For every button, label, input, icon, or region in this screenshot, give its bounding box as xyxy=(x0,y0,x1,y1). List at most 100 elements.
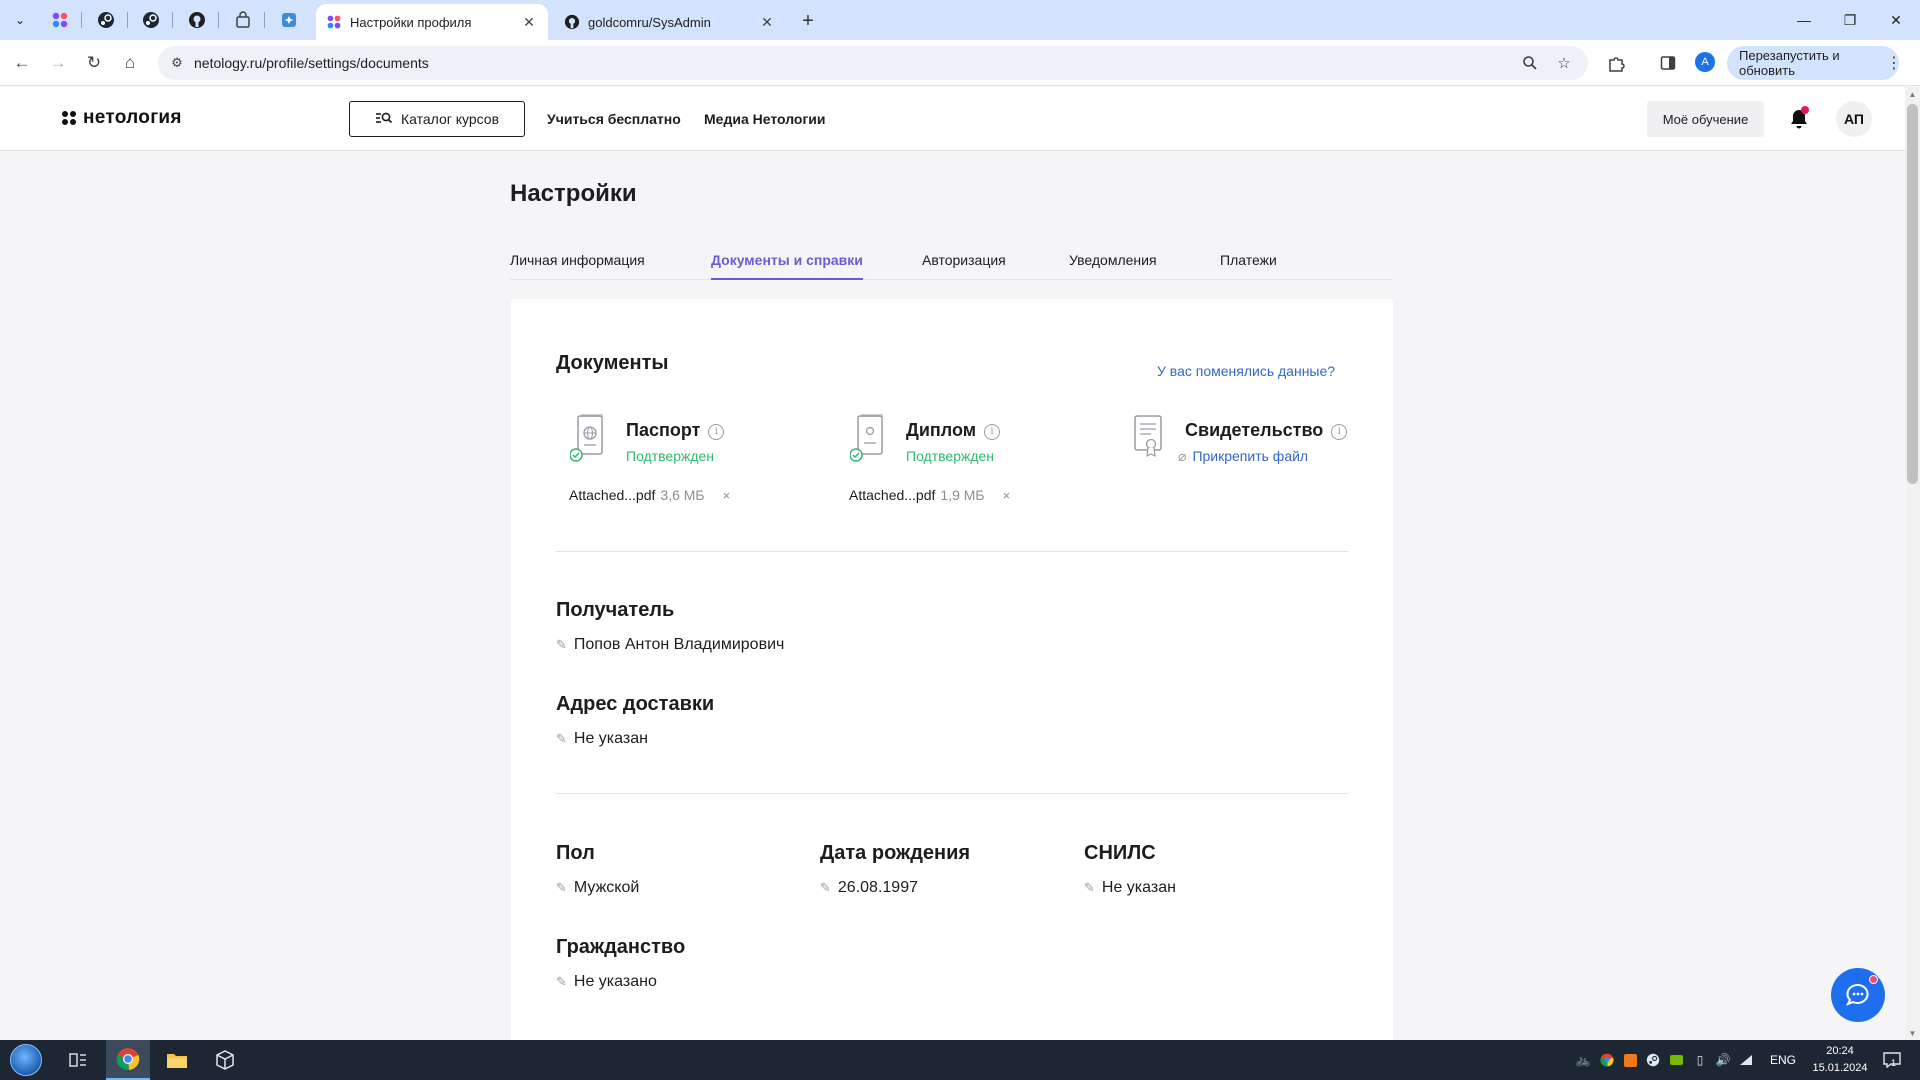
restart-update-button[interactable]: Перезапустить и обновить xyxy=(1727,46,1899,80)
page-scrollbar[interactable]: ▲ ▼ xyxy=(1905,87,1920,1040)
site-header: нетология Каталог курсов Учиться бесплат… xyxy=(0,87,1905,151)
notification-count: 1 xyxy=(1891,1058,1897,1068)
reload-icon[interactable]: ↻ xyxy=(80,49,108,77)
netology-logo[interactable]: нетология xyxy=(62,107,182,129)
edit-pencil-icon: ✎ xyxy=(556,731,567,746)
my-learning-button[interactable]: Моё обучение xyxy=(1647,101,1764,137)
birthdate-label: Дата рождения xyxy=(820,842,971,864)
extensions-icon[interactable] xyxy=(1604,51,1628,75)
tab-documents[interactable]: Документы и справки xyxy=(711,252,863,280)
snils-value[interactable]: ✎ Не указан xyxy=(1084,879,1176,897)
logo-text: нетология xyxy=(83,107,182,128)
action-center-icon[interactable]: 1 xyxy=(1880,1051,1904,1069)
diploma-document: Диплом i Подтвержден xyxy=(850,413,1110,473)
diploma-status: Подтвержден xyxy=(906,448,995,464)
tray-nvidia-icon[interactable] xyxy=(1667,1051,1685,1069)
taskbar-explorer[interactable] xyxy=(155,1040,199,1080)
scroll-up-icon[interactable]: ▲ xyxy=(1905,87,1920,101)
support-chat-button[interactable] xyxy=(1831,968,1885,1022)
tab-search-button[interactable]: ⌄ xyxy=(8,8,32,32)
remove-file-icon[interactable]: × xyxy=(1003,488,1011,503)
info-icon[interactable]: i xyxy=(984,424,1001,440)
delivery-address-value[interactable]: ✎ Не указан xyxy=(556,730,648,748)
pinned-tab-github[interactable] xyxy=(179,6,215,34)
info-icon[interactable]: i xyxy=(708,424,725,440)
task-view-icon[interactable] xyxy=(56,1040,100,1080)
close-tab-icon[interactable]: ✕ xyxy=(758,13,776,31)
edit-pencil-icon: ✎ xyxy=(1084,880,1095,895)
attach-file-link[interactable]: ⌀ Прикрепить файл xyxy=(1178,448,1308,465)
tray-usb-icon[interactable]: ▯ xyxy=(1691,1051,1709,1069)
catalog-button[interactable]: Каталог курсов xyxy=(349,101,525,137)
pinned-tab-netology[interactable] xyxy=(42,6,78,34)
tray-steam-icon[interactable] xyxy=(1644,1051,1662,1069)
tab-payments[interactable]: Платежи xyxy=(1220,252,1277,280)
close-window-icon[interactable]: ✕ xyxy=(1873,0,1919,40)
start-button[interactable] xyxy=(6,1042,46,1078)
url-text: netology.ru/profile/settings/documents xyxy=(194,55,429,71)
citizenship-value[interactable]: ✎ Не указано xyxy=(556,973,657,991)
edit-pencil-icon: ✎ xyxy=(556,974,567,989)
info-icon[interactable]: i xyxy=(1331,424,1348,440)
gender-label: Пол xyxy=(556,842,595,864)
media-link[interactable]: Медиа Нетологии xyxy=(704,111,826,127)
passport-icon xyxy=(570,414,603,462)
new-tab-button[interactable]: + xyxy=(795,8,821,34)
pinned-tab-steam-2[interactable] xyxy=(133,6,169,34)
recipient-value[interactable]: ✎ Попов Антон Владимирович xyxy=(556,636,784,654)
passport-file[interactable]: Attached...pdf 3,6 МБ × xyxy=(569,487,730,503)
site-info-icon[interactable]: ⚙ xyxy=(168,54,186,72)
back-icon[interactable]: ← xyxy=(8,49,36,77)
diploma-file[interactable]: Attached...pdf 1,9 МБ × xyxy=(849,487,1010,503)
tab-title: Настройки профиля xyxy=(350,14,472,30)
learn-free-link[interactable]: Учиться бесплатно xyxy=(547,111,681,127)
birthdate-value[interactable]: ✎ 26.08.1997 xyxy=(820,879,918,897)
taskbar-chrome[interactable] xyxy=(106,1040,150,1080)
tray-chrome-icon[interactable] xyxy=(1598,1051,1616,1069)
windows-logo-icon xyxy=(10,1044,42,1076)
address-bar[interactable]: ⚙ netology.ru/profile/settings/documents… xyxy=(158,46,1588,80)
language-indicator[interactable]: ENG xyxy=(1770,1053,1796,1067)
system-clock[interactable]: 20:24 15.01.2024 xyxy=(1800,1043,1880,1077)
cube-icon xyxy=(216,1050,234,1070)
notifications-button[interactable] xyxy=(1786,106,1812,132)
file-size: 1,9 МБ xyxy=(940,487,985,503)
snils-label: СНИЛС xyxy=(1084,842,1156,864)
restore-icon[interactable]: ❐ xyxy=(1827,0,1873,40)
edit-pencil-icon: ✎ xyxy=(820,880,831,895)
clock-time: 20:24 xyxy=(1826,1045,1854,1057)
gender-value[interactable]: ✎ Мужской xyxy=(556,879,639,897)
tray-network-icon[interactable] xyxy=(1737,1051,1755,1069)
taskbar-box-app[interactable] xyxy=(203,1040,247,1080)
side-panel-icon[interactable] xyxy=(1656,51,1680,75)
scroll-down-icon[interactable]: ▼ xyxy=(1905,1026,1920,1040)
home-icon[interactable]: ⌂ xyxy=(116,49,144,77)
tab-notifications[interactable]: Уведомления xyxy=(1069,252,1157,280)
forward-icon[interactable]: → xyxy=(44,49,72,77)
profile-avatar-icon[interactable]: A xyxy=(1695,52,1715,72)
tray-bike-icon[interactable]: 🚲 xyxy=(1574,1051,1592,1069)
pinned-tab-steam[interactable] xyxy=(88,6,124,34)
pinned-tab-store[interactable] xyxy=(225,6,261,34)
pinned-tab-app[interactable] xyxy=(271,6,307,34)
passport-document: Паспорт i Подтвержден xyxy=(570,413,830,473)
browser-menu-icon[interactable]: ⋮ xyxy=(1886,52,1902,74)
tab-profile-settings[interactable]: Настройки профиля ✕ xyxy=(316,4,548,40)
tray-volume-icon[interactable]: 🔊 xyxy=(1714,1051,1732,1069)
tab-github-sysadmin[interactable]: goldcomru/SysAdmin ✕ xyxy=(554,4,786,40)
github-icon xyxy=(189,12,205,28)
scrollbar-thumb[interactable] xyxy=(1907,104,1918,484)
user-avatar[interactable]: АП xyxy=(1836,101,1872,137)
file-name: Attached...pdf xyxy=(849,487,936,503)
zoom-icon[interactable] xyxy=(1520,53,1540,73)
remove-file-icon[interactable]: × xyxy=(723,488,731,503)
tab-authorization[interactable]: Авторизация xyxy=(922,252,1006,280)
logo-dots-icon xyxy=(62,111,76,125)
chrome-icon xyxy=(116,1048,140,1071)
close-tab-icon[interactable]: ✕ xyxy=(520,13,538,31)
data-changed-link[interactable]: У вас поменялись данные? xyxy=(1157,363,1335,379)
tray-app-icon[interactable] xyxy=(1621,1051,1639,1069)
bookmark-star-icon[interactable]: ☆ xyxy=(1554,53,1574,73)
minimize-icon[interactable]: — xyxy=(1781,0,1827,40)
tab-personal-info[interactable]: Личная информация xyxy=(510,252,645,280)
